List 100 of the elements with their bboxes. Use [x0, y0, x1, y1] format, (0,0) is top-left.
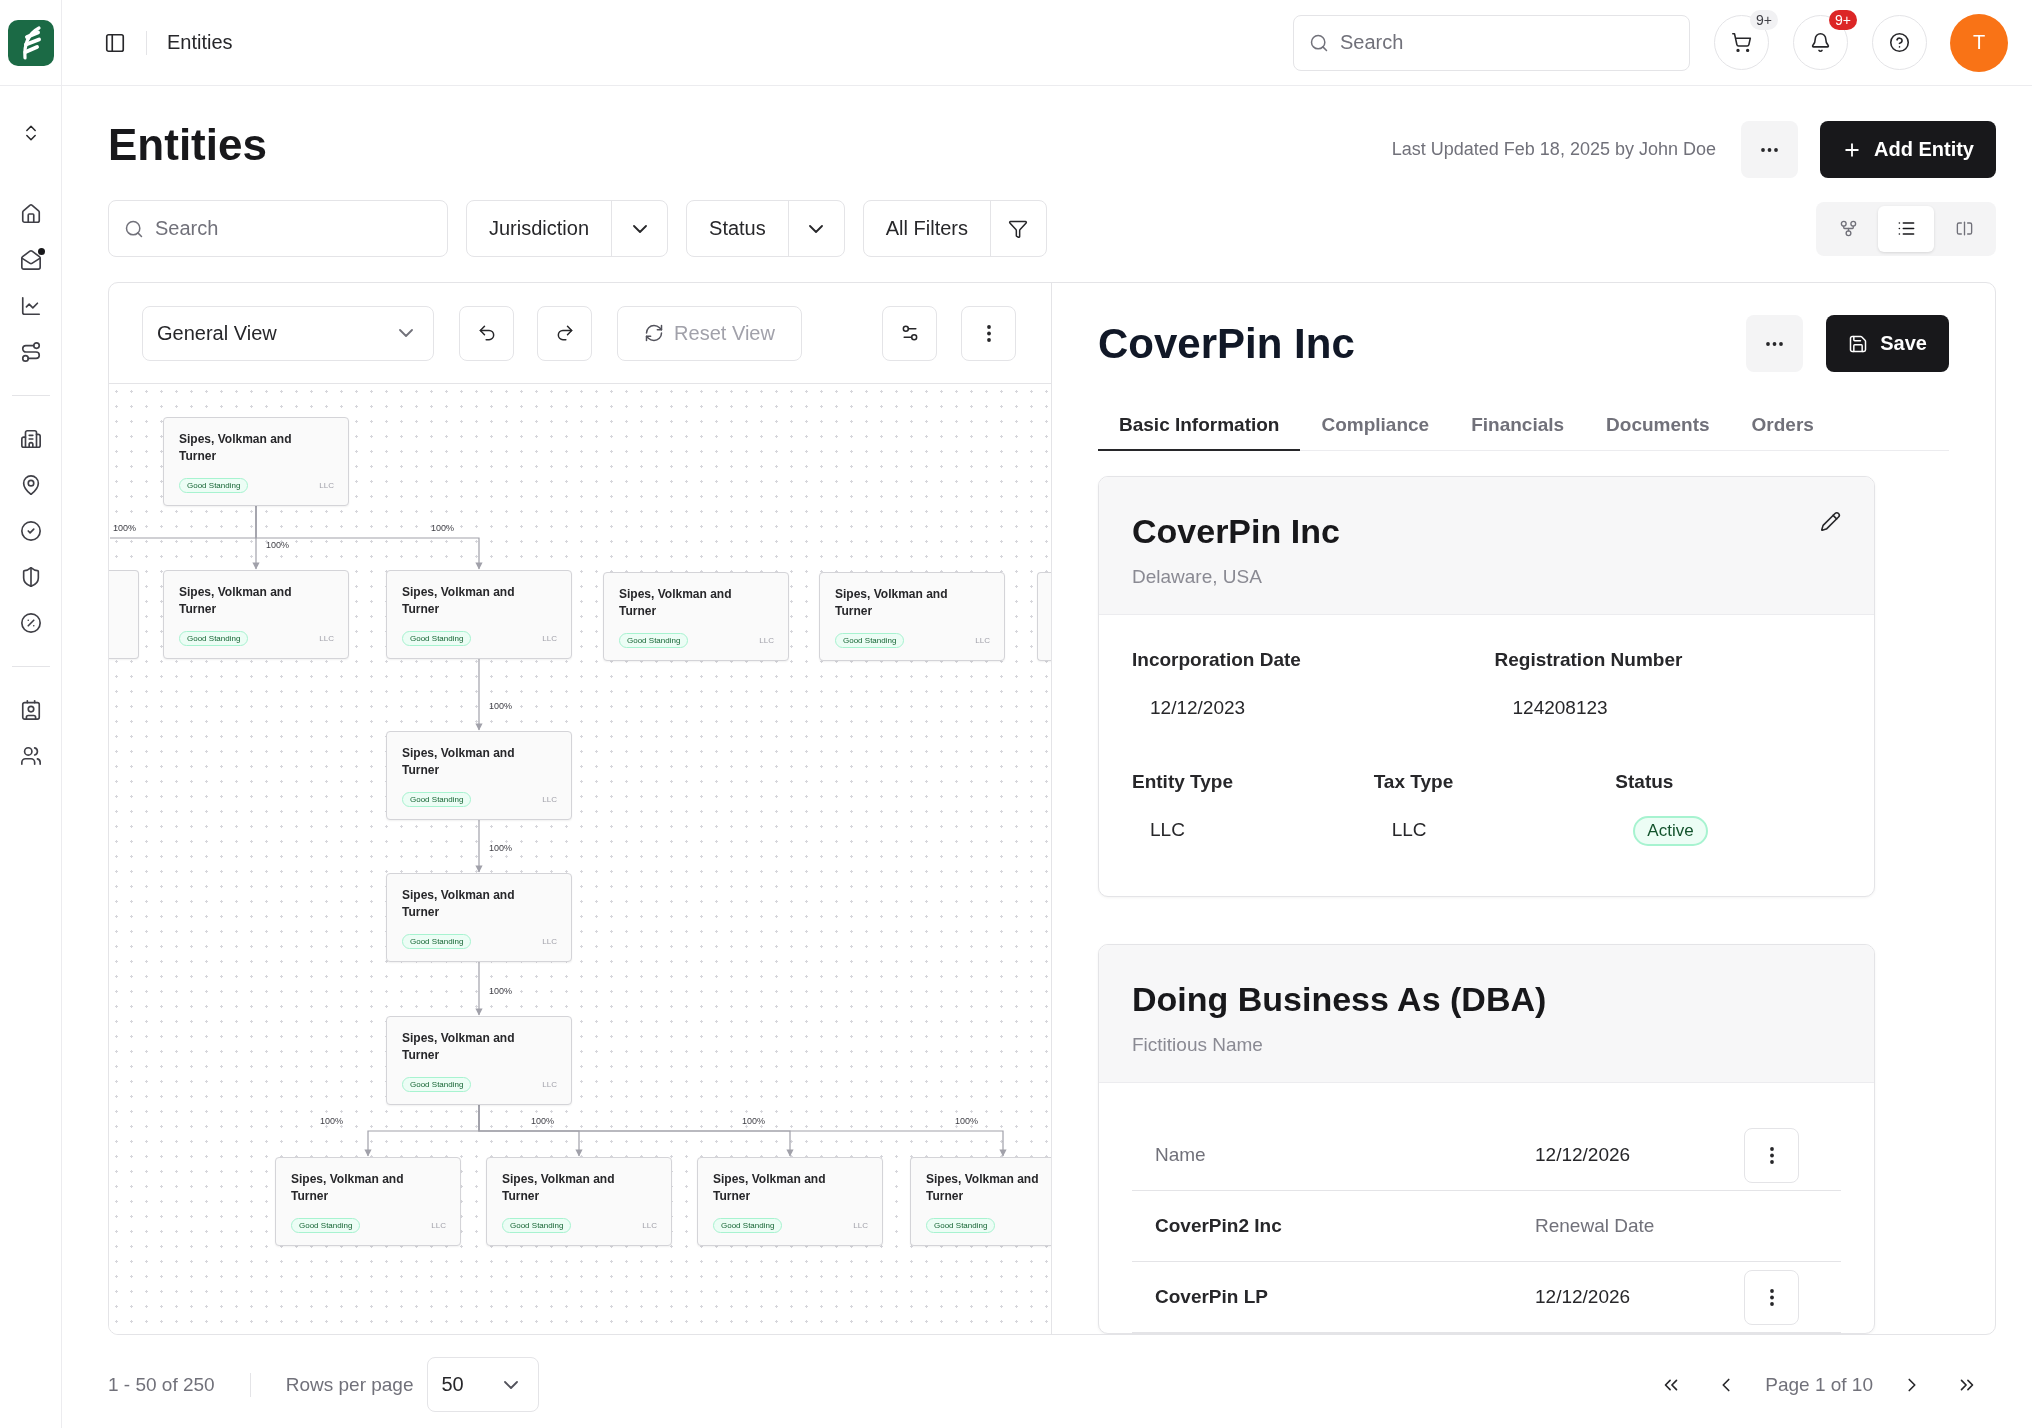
more-vertical-icon — [1769, 1146, 1774, 1164]
entity-type: LLC — [759, 636, 774, 645]
entity-name: Sipes, Volkman and Turner — [179, 584, 293, 618]
card-title: Doing Business As (DBA) — [1132, 979, 1547, 1020]
add-entity-button[interactable]: Add Entity — [1820, 121, 1996, 178]
table-cell: 12/12/2026 — [1535, 1144, 1631, 1166]
chevron-down-icon — [399, 329, 413, 337]
chevron-down-icon — [809, 224, 824, 233]
refresh-icon — [644, 323, 665, 343]
save-button[interactable]: Save — [1826, 315, 1949, 372]
entity-name: Sipes, Volkman and Turner — [502, 1171, 616, 1205]
entity-name: Sipes, Volkman and Turner — [402, 584, 516, 618]
field-label: Tax Type — [1373, 770, 1454, 794]
ownership-label: 100% — [489, 843, 513, 854]
tab[interactable]: Compliance — [1300, 401, 1451, 451]
percent-circle-icon — [19, 612, 42, 634]
sidebar-toggle-icon[interactable] — [104, 31, 126, 54]
settings-button[interactable] — [882, 305, 937, 361]
search-field[interactable]: Search — [1293, 14, 1690, 71]
filter-dropdown[interactable]: Status — [686, 200, 845, 257]
filter-dropdown[interactable]: Jurisdiction — [466, 200, 669, 257]
view-select[interactable]: General View — [142, 305, 434, 361]
entity-name: Sipes, Volkman and Turner — [291, 1171, 405, 1205]
more-icon — [1766, 341, 1784, 346]
entity-node[interactable]: Sipes, Volkman and Turner Good Standing — [910, 1157, 1051, 1246]
entity-node[interactable]: Sipes, Volkman and Turner Good Standing LLC — [386, 731, 572, 820]
entity-node[interactable]: Sipes, Volkman and Turner Good Standing LLC — [275, 1157, 461, 1246]
entity-type: LLC — [542, 1080, 557, 1089]
connector — [475, 961, 483, 1016]
tab[interactable]: Documents — [1585, 401, 1731, 451]
last-updated-text: Last Updated Feb 18, 2025 by John Doe — [1391, 139, 1716, 160]
entity-name: Sipes, Volkman and Turner — [835, 586, 949, 620]
line-chart-icon — [19, 295, 42, 317]
entity-node[interactable]: Sipes, Volkman and Turner Good Standing LLC — [163, 570, 349, 659]
entity-node[interactable]: Sipes, Volkman and Turner Good Standing LLC — [819, 572, 1005, 661]
fork-icon — [1838, 219, 1858, 238]
field-label: Incorporation Date — [1132, 648, 1301, 672]
ownership-label: 100% — [431, 523, 455, 534]
table-cell: 12/12/2026 — [1535, 1286, 1631, 1308]
entity-type: LLC — [975, 636, 990, 645]
range-label: 1 - 50 of 250 — [108, 1373, 215, 1396]
entity-type: LLC — [319, 481, 334, 490]
ownership-label: 100% — [489, 701, 513, 712]
entity-name: Sipes, Volkman and Turner — [926, 1171, 1040, 1205]
status-badge: Good Standing — [402, 934, 472, 949]
tab[interactable]: Basic Information — [1098, 401, 1301, 451]
check-circle-icon — [19, 520, 42, 542]
entity-node[interactable]: Sipes, Volkman and Turner Good Standing LLC — [697, 1157, 883, 1246]
entity-node[interactable] — [1037, 572, 1051, 661]
status-badge: Good Standing — [402, 631, 472, 646]
search-icon — [124, 218, 144, 239]
chevron-down-icon — [503, 1380, 518, 1389]
field-label: Registration Number — [1494, 648, 1683, 672]
entity-name: Sipes, Volkman and Turner — [402, 887, 516, 921]
help-icon — [1889, 32, 1910, 53]
home-icon — [19, 203, 42, 225]
card-title: CoverPin Inc — [1132, 511, 1340, 552]
search-field[interactable]: Search — [108, 200, 448, 257]
logo-icon[interactable] — [7, 19, 54, 66]
entity-node[interactable]: Sipes, Volkman and Turner Good Standing LLC — [163, 417, 349, 506]
entity-node[interactable]: Sipes, Volkman and Turner Good Standing LLC — [603, 572, 789, 661]
entity-node[interactable]: Sipes, Volkman and Turner Good Standing LLC — [386, 1016, 572, 1105]
ownership-label: 100% — [742, 1116, 766, 1127]
entity-name: Sipes, Volkman and Turner — [179, 431, 293, 465]
rows-per-page-label: Rows per page — [285, 1373, 414, 1396]
all-filters-button[interactable]: All Filters — [862, 200, 1047, 257]
pencil-icon[interactable] — [1820, 511, 1841, 532]
count-badge: 9+ — [1750, 10, 1778, 30]
page-indicator: Page 1 of 10 — [1765, 1373, 1873, 1396]
contact-card-icon — [19, 699, 42, 721]
chevron-down-icon — [632, 224, 647, 233]
tab[interactable]: Orders — [1730, 401, 1835, 451]
field-value: LLC — [1391, 818, 1427, 842]
entity-type: LLC — [642, 1221, 657, 1230]
entity-node[interactable]: Sipes, Volkman and Turner Good Standing LLC — [386, 873, 572, 962]
more-vertical-icon — [986, 324, 991, 342]
field-value: 124208123 — [1512, 696, 1608, 720]
entity-type: LLC — [319, 634, 334, 643]
breadcrumb[interactable]: Entities — [167, 31, 233, 54]
status-badge: Good Standing — [179, 478, 249, 493]
envelope-icon — [19, 249, 42, 271]
shopping-cart-icon — [1731, 32, 1752, 53]
field-label: Entity Type — [1132, 770, 1233, 794]
split-view-icon — [1954, 219, 1974, 238]
view-mode-button[interactable] — [1878, 205, 1934, 252]
status-badge: Good Standing — [835, 633, 905, 648]
status-badge: Good Standing — [713, 1218, 783, 1233]
entity-node[interactable] — [109, 570, 139, 659]
ownership-label: 100% — [531, 1116, 555, 1127]
entity-title: CoverPin Inc — [1098, 319, 1355, 368]
entity-type: LLC — [853, 1221, 868, 1230]
status-badge: Active — [1633, 816, 1708, 846]
entity-node[interactable]: Sipes, Volkman and Turner Good Standing LLC — [386, 570, 572, 659]
entity-node[interactable]: Sipes, Volkman and Turner Good Standing LLC — [486, 1157, 672, 1246]
table-cell: Name — [1155, 1144, 1206, 1166]
tab[interactable]: Financials — [1450, 401, 1586, 451]
rows-per-page-select[interactable]: 50 — [426, 1357, 539, 1412]
bell-icon — [1810, 32, 1831, 53]
save-icon — [1848, 333, 1869, 354]
users-icon — [19, 745, 42, 767]
